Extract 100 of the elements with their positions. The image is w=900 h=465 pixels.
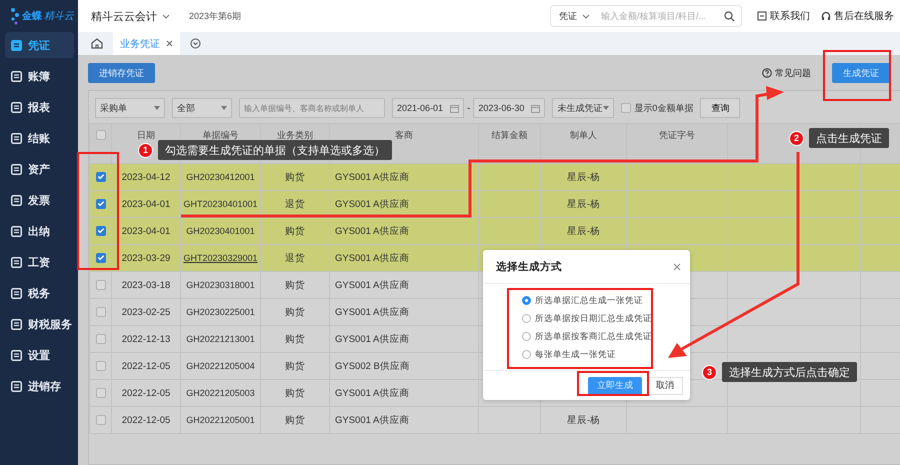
table-cell: 退货: [285, 252, 305, 264]
sidebar-item[interactable]: 账簿: [5, 63, 74, 89]
category-select[interactable]: 全部: [172, 98, 232, 118]
sidebar-item[interactable]: 税务: [5, 280, 74, 306]
column-header: 凭证字号: [659, 130, 695, 140]
period-label: 2023年第6期: [189, 10, 242, 22]
document-icon: [11, 194, 22, 206]
header-link[interactable]: 联系我们: [770, 9, 810, 23]
table-cell: 2022-12-05: [122, 360, 170, 372]
logo-icon: [10, 7, 20, 25]
sidebar-item[interactable]: 工资: [5, 249, 74, 275]
date-to-field[interactable]: 2023-06-30: [473, 98, 546, 118]
search-icon: [724, 10, 735, 22]
radio-button[interactable]: [522, 296, 531, 305]
select-all-checkbox[interactable]: [96, 130, 106, 140]
table-cell: GYS001 A供应商: [335, 306, 410, 318]
document-icon: [11, 132, 22, 144]
column-header: 客商: [395, 130, 413, 140]
table-cell: 购货: [285, 360, 305, 372]
app-name[interactable]: 精斗云云会计: [91, 8, 157, 24]
table-cell: GYS001 A供应商: [335, 280, 410, 290]
show-zero-checkbox[interactable]: [621, 103, 632, 113]
row-checkbox[interactable]: [96, 172, 106, 182]
table-cell: 购货: [285, 172, 305, 182]
search-scope-select[interactable]: 凭证: [559, 10, 577, 22]
table-cell: GYS001 A供应商: [335, 414, 410, 426]
sidebar-item[interactable]: 结账: [5, 125, 74, 151]
column-header: 业务类别: [277, 130, 313, 140]
sidebar-item[interactable]: 资产: [5, 156, 74, 182]
sidebar-item[interactable]: 设置: [5, 342, 74, 368]
doc-type-select[interactable]: 采购单: [95, 98, 165, 118]
close-icon[interactable]: [673, 262, 681, 270]
option-label[interactable]: 所选单据汇总生成一张凭证: [535, 294, 643, 306]
date-separator: -: [467, 102, 470, 114]
table-cell: 购货: [285, 226, 305, 236]
caret-icon: [221, 106, 227, 110]
document-icon: [11, 350, 22, 360]
chevron-circle-icon[interactable]: [190, 38, 201, 49]
column-header: 结算金额: [492, 130, 528, 140]
headset-icon: [821, 11, 831, 21]
cancel-button[interactable]: 取消: [647, 376, 683, 394]
query-button[interactable]: 查询: [700, 98, 740, 118]
table-cell: 星辰-杨: [566, 414, 600, 426]
document-icon: [11, 164, 22, 174]
sidebar-item[interactable]: 凭证: [5, 32, 74, 58]
document-search-field[interactable]: 输入单据编号、客商名称或制单人: [239, 98, 385, 118]
logo-product: 精斗云: [44, 10, 74, 23]
purchase-sales-voucher-button[interactable]: 进销存凭证: [88, 63, 155, 83]
date-from-field[interactable]: 2021-06-01: [392, 98, 464, 118]
option-label[interactable]: 每张单生成一张凭证: [535, 348, 616, 360]
row-checkbox[interactable]: [96, 414, 106, 425]
document-icon: [11, 70, 22, 82]
global-search-field[interactable]: 凭证 输入金额/核算项目/科目/...: [550, 5, 742, 27]
table-cell: 2023-04-12: [122, 172, 170, 182]
document-icon: [11, 40, 22, 50]
calendar-icon: [450, 104, 459, 112]
document-icon: [11, 318, 22, 330]
table-cell: GYS001 A供应商: [335, 226, 410, 236]
row-checkbox[interactable]: [96, 226, 106, 236]
radio-button[interactable]: [522, 314, 531, 323]
calendar-icon: [531, 104, 540, 112]
document-icon: [11, 380, 22, 392]
option-label[interactable]: 所选单据按日期汇总生成凭证: [535, 312, 652, 324]
sidebar-item[interactable]: 发票: [5, 187, 74, 213]
sidebar-item[interactable]: 出纳: [5, 218, 74, 244]
row-checkbox[interactable]: [96, 388, 106, 398]
header-link[interactable]: 售后在线服务: [834, 9, 894, 23]
row-checkbox[interactable]: [96, 252, 106, 263]
table-cell: GYS001 A供应商: [335, 388, 410, 398]
radio-button[interactable]: [522, 350, 531, 359]
row-checkbox[interactable]: [96, 334, 106, 344]
table-cell: 2023-02-25: [122, 306, 170, 318]
sidebar-item[interactable]: 进销存: [5, 373, 74, 399]
table-cell: 退货: [285, 198, 305, 210]
option-label[interactable]: 所选单据按客商汇总生成凭证: [535, 330, 652, 342]
table-cell: GYS001 A供应商: [335, 198, 410, 210]
table-cell: 星辰-杨: [566, 226, 600, 236]
status-select[interactable]: 未生成凭证: [552, 98, 614, 118]
row-checkbox[interactable]: [96, 280, 106, 290]
sidebar-item[interactable]: 财税服务: [5, 311, 74, 337]
global-search-input[interactable]: 输入金额/核算项目/科目/...: [595, 11, 719, 21]
row-checkbox[interactable]: [96, 306, 106, 317]
chevron-down-icon: [582, 14, 590, 18]
caret-icon: [154, 106, 160, 110]
table-cell: GYS002 B供应商: [335, 360, 410, 372]
table-cell: 2022-12-05: [122, 388, 170, 398]
faq-link[interactable]: 常见问题: [775, 66, 811, 80]
home-icon[interactable]: [91, 38, 103, 49]
row-checkbox[interactable]: [96, 360, 106, 371]
row-checkbox[interactable]: [96, 198, 106, 209]
callout-tooltip: 选择生成方式后点击确定: [722, 362, 857, 382]
close-icon[interactable]: [166, 40, 173, 47]
radio-button[interactable]: [522, 332, 531, 341]
caret-icon: [603, 106, 610, 110]
table-cell: GYS001 A供应商: [335, 334, 410, 344]
document-icon: [11, 226, 22, 236]
document-icon: [757, 11, 767, 21]
callout-tooltip: 点击生成凭证: [809, 128, 889, 148]
table-cell: 2023-04-01: [122, 226, 170, 236]
sidebar-item[interactable]: 报表: [5, 94, 74, 120]
